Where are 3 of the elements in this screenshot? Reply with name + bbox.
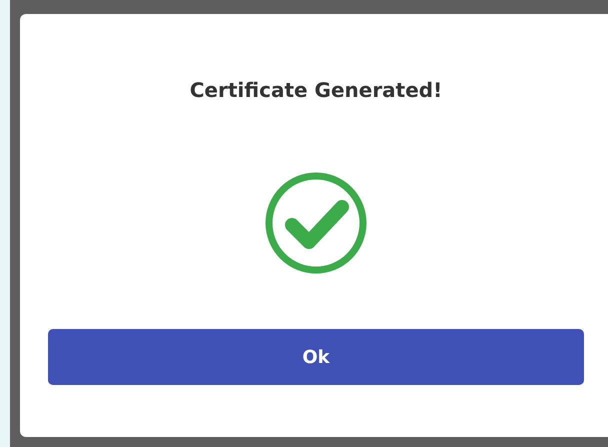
dialog-title: Certificate Generated!	[190, 78, 442, 102]
ok-button[interactable]: Ok	[48, 329, 584, 385]
check-circle-icon	[264, 171, 368, 275]
